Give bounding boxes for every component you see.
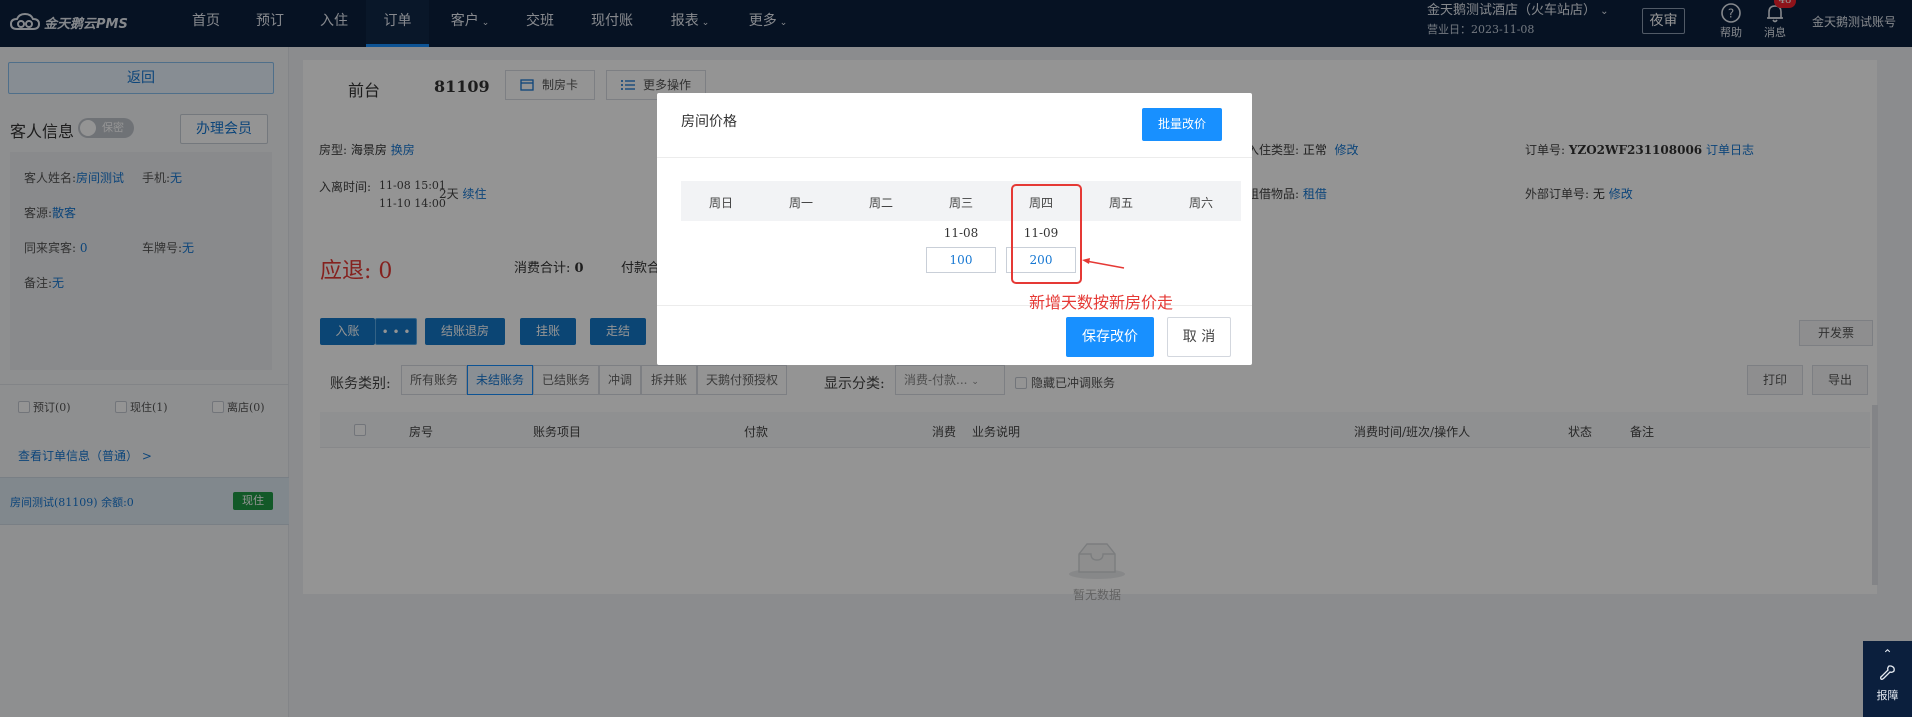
- divider: [657, 157, 1252, 158]
- room-price-modal: 房间价格 批量改价 周日 周一 周二 周三 周四 周五 周六 11-08 11-…: [657, 93, 1252, 365]
- report-label: 报障: [1876, 689, 1899, 702]
- annotation-text: 新增天数按新房价走: [1029, 293, 1174, 312]
- save-price-button[interactable]: 保存改价: [1066, 317, 1154, 357]
- batch-price-button[interactable]: 批量改价: [1142, 108, 1222, 141]
- weekday-wed: 周三: [948, 196, 973, 210]
- cancel-button[interactable]: 取 消: [1167, 317, 1231, 357]
- price-input-wed[interactable]: 100: [926, 247, 996, 273]
- weekday-sun: 周日: [708, 196, 733, 210]
- weekday-sat: 周六: [1188, 196, 1213, 210]
- modal-title: 房间价格: [681, 114, 737, 130]
- annotation-highlight-box: [1011, 184, 1082, 284]
- weekday-fri: 周五: [1108, 196, 1133, 210]
- chevron-up-icon[interactable]: ⌃: [1863, 647, 1912, 661]
- annotation-arrow-icon: [1082, 258, 1125, 269]
- report-issue-widget[interactable]: ⌃ 报障: [1863, 641, 1912, 717]
- weekday-tue: 周二: [868, 196, 893, 210]
- weekday-header: 周日 周一 周二 周三 周四 周五 周六: [681, 181, 1241, 221]
- date-label: 11-08: [943, 226, 979, 240]
- wrench-icon: [1879, 665, 1895, 680]
- weekday-mon: 周一: [788, 196, 813, 210]
